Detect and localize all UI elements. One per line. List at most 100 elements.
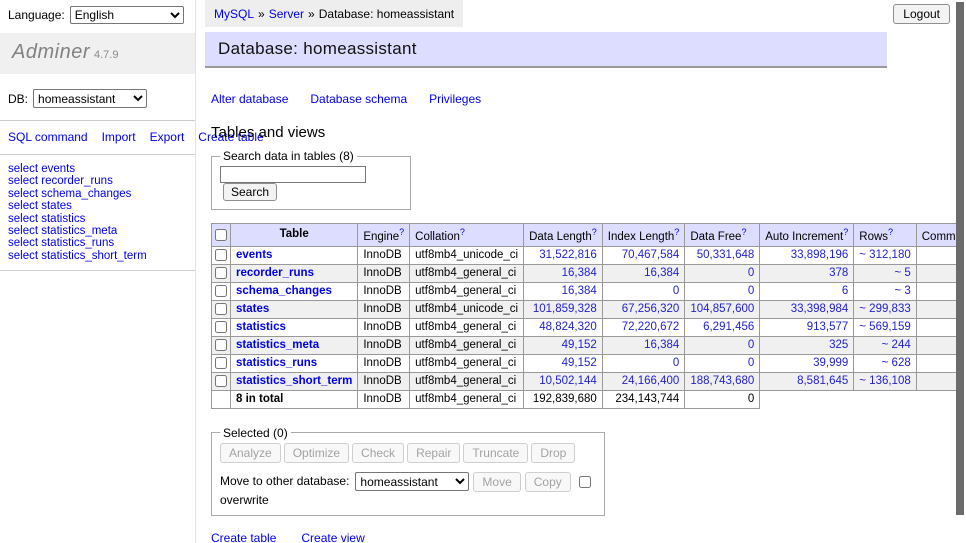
table-link-statistics[interactable]: statistics: [236, 321, 286, 333]
total-checkbox-cell: [212, 390, 231, 408]
sidebar-action-import[interactable]: Import: [102, 130, 136, 144]
sidebar-link-select-events[interactable]: select events: [8, 163, 187, 175]
language-select[interactable]: English: [70, 6, 184, 24]
scrollbar-thumb[interactable]: [956, 2, 964, 515]
cell-data-free: 6,291,456: [685, 318, 760, 336]
cell-engine: InnoDB: [358, 246, 410, 264]
table-row-schema_changes: schema_changesInnoDButf8mb4_general_ci16…: [212, 282, 957, 300]
operation-button-truncate[interactable]: Truncate: [463, 443, 528, 463]
table-link-states[interactable]: states: [236, 303, 269, 315]
cell-engine: InnoDB: [358, 354, 410, 372]
cell-data-length: 10,502,144: [524, 372, 603, 390]
search-button[interactable]: Search: [223, 183, 277, 201]
logout-button[interactable]: Logout: [893, 4, 950, 24]
move-button[interactable]: Move: [473, 472, 520, 492]
nav-link-alter-database[interactable]: Alter database: [211, 92, 288, 106]
cell-table-name: recorder_runs: [231, 264, 358, 282]
row-checkbox-schema_changes[interactable]: [215, 285, 227, 297]
operation-button-check[interactable]: Check: [352, 443, 404, 463]
cell-comment: [916, 336, 956, 354]
help-link-engine[interactable]: ?: [399, 227, 404, 237]
nav-link-privileges[interactable]: Privileges: [429, 92, 481, 106]
sidebar-link-select-statistics-meta[interactable]: select statistics_meta: [8, 225, 187, 237]
total-empty-cell: [760, 390, 854, 408]
cell-table-name: schema_changes: [231, 282, 358, 300]
cell-engine: InnoDB: [358, 300, 410, 318]
main-content: MySQL»Server»Database: homeassistant Log…: [197, 0, 956, 543]
cell-engine: InnoDB: [358, 318, 410, 336]
sidebar-link-select-recorder-runs[interactable]: select recorder_runs: [8, 175, 187, 187]
sidebar-action-export[interactable]: Export: [150, 130, 185, 144]
help-link-rows[interactable]: ?: [888, 227, 893, 237]
row-checkbox-statistics_runs[interactable]: [215, 357, 227, 369]
row-checkbox-cell: [212, 354, 231, 372]
operation-button-repair[interactable]: Repair: [407, 443, 460, 463]
help-link-data-free[interactable]: ?: [741, 227, 746, 237]
breadcrumb-server[interactable]: Server: [269, 7, 304, 21]
cell-data-free: 0: [685, 354, 760, 372]
sidebar-link-select-states[interactable]: select states: [8, 200, 187, 212]
app-version[interactable]: 4.7.9: [94, 49, 118, 61]
search-fieldset: Search data in tables (8) Search: [211, 149, 411, 210]
sidebar-link-select-schema-changes[interactable]: select schema_changes: [8, 188, 187, 200]
cell-comment: [916, 354, 956, 372]
row-checkbox-cell: [212, 372, 231, 390]
row-checkbox-statistics_short_term[interactable]: [215, 375, 227, 387]
cell-rows: ~ 244: [854, 336, 916, 354]
help-link-auto-increment[interactable]: ?: [843, 227, 848, 237]
cell-table-name: events: [231, 246, 358, 264]
column-header-collation: Collation?: [410, 224, 524, 247]
cell-engine: InnoDB: [358, 336, 410, 354]
overwrite-checkbox[interactable]: [579, 476, 591, 488]
table-link-schema_changes[interactable]: schema_changes: [236, 285, 332, 297]
sidebar-link-select-statistics[interactable]: select statistics: [8, 213, 187, 225]
row-checkbox-states[interactable]: [215, 303, 227, 315]
cell-index-length: 0: [602, 282, 685, 300]
cell-collation: utf8mb4_general_ci: [410, 318, 524, 336]
create-links: Create table Create view: [211, 531, 956, 543]
help-link-collation[interactable]: ?: [460, 227, 465, 237]
cell-auto-increment: 6: [760, 282, 854, 300]
row-checkbox-recorder_runs[interactable]: [215, 267, 227, 279]
row-checkbox-statistics_meta[interactable]: [215, 339, 227, 351]
table-link-statistics_meta[interactable]: statistics_meta: [236, 339, 319, 351]
db-select[interactable]: homeassistant: [33, 89, 147, 108]
sidebar-action-sql-command[interactable]: SQL command: [8, 130, 88, 144]
create-link-create-table[interactable]: Create table: [211, 531, 276, 543]
operation-button-optimize[interactable]: Optimize: [284, 443, 349, 463]
column-header-index-length: Index Length?: [602, 224, 685, 247]
total-engine-cell: InnoDB: [358, 390, 410, 408]
help-link-index-length[interactable]: ?: [674, 227, 679, 237]
table-link-events[interactable]: events: [236, 249, 272, 261]
breadcrumb-mysql[interactable]: MySQL: [214, 7, 254, 21]
cell-data-length: 31,522,816: [524, 246, 603, 264]
sidebar-link-select-statistics-runs[interactable]: select statistics_runs: [8, 237, 187, 249]
nav-link-database-schema[interactable]: Database schema: [310, 92, 407, 106]
cell-auto-increment: 33,898,196: [760, 246, 854, 264]
operation-button-drop[interactable]: Drop: [531, 443, 575, 463]
app-logo-box: Adminer4.7.9: [0, 33, 195, 74]
move-database-select[interactable]: homeassistant: [355, 472, 469, 491]
sidebar-link-select-statistics-short-term[interactable]: select statistics_short_term: [8, 250, 187, 262]
table-row-states: statesInnoDButf8mb4_unicode_ci101,859,32…: [212, 300, 957, 318]
table-link-statistics_short_term[interactable]: statistics_short_term: [236, 375, 352, 387]
table-link-statistics_runs[interactable]: statistics_runs: [236, 357, 317, 369]
table-link-recorder_runs[interactable]: recorder_runs: [236, 267, 314, 279]
copy-button[interactable]: Copy: [525, 472, 571, 492]
cell-comment: [916, 264, 956, 282]
search-input[interactable]: [220, 166, 366, 183]
operation-button-analyze[interactable]: Analyze: [220, 443, 281, 463]
database-nav-links: Alter database Database schema Privileges: [211, 92, 956, 106]
vertical-scrollbar[interactable]: [956, 0, 966, 543]
table-row-statistics_meta: statistics_metaInnoDButf8mb4_general_ci4…: [212, 336, 957, 354]
total-empty-cell: [916, 390, 956, 408]
column-header-comment: Comment?: [916, 224, 956, 247]
cell-engine: InnoDB: [358, 264, 410, 282]
create-link-create-view[interactable]: Create view: [301, 531, 364, 543]
help-link-data-length[interactable]: ?: [592, 227, 597, 237]
table-row-recorder_runs: recorder_runsInnoDButf8mb4_general_ci16,…: [212, 264, 957, 282]
cell-collation: utf8mb4_general_ci: [410, 282, 524, 300]
row-checkbox-events[interactable]: [215, 249, 227, 261]
row-checkbox-statistics[interactable]: [215, 321, 227, 333]
select-all-checkbox[interactable]: [215, 229, 227, 241]
